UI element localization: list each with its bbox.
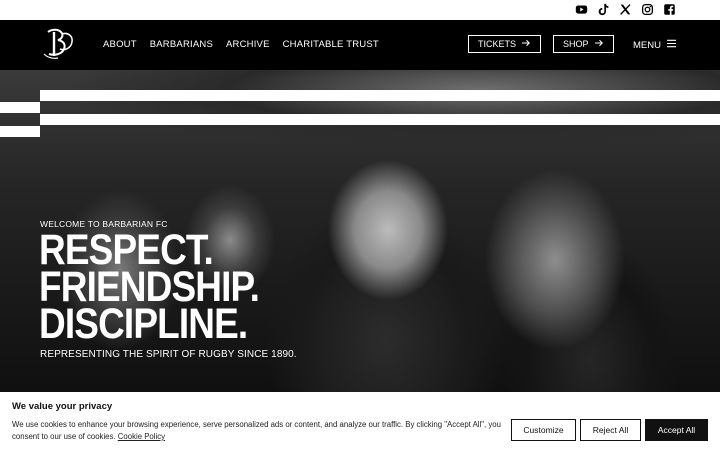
primary-menu: ABOUT BARBARIANS ARCHIVE CHARITABLE TRUS…: [103, 39, 379, 50]
nav-about[interactable]: ABOUT: [103, 39, 137, 50]
accept-all-button[interactable]: Accept All: [645, 419, 708, 441]
hero-banner: WELCOME TO BARBARIAN FC RESPECT. FRIENDS…: [0, 70, 720, 392]
tickets-button[interactable]: TICKETS: [468, 35, 541, 53]
social-links: [575, 3, 676, 16]
cookie-description: We use cookies to enhance your browsing …: [12, 419, 502, 443]
hamburger-icon: [666, 39, 676, 51]
tickets-label: TICKETS: [478, 39, 517, 49]
main-navigation: ABOUT BARBARIANS ARCHIVE CHARITABLE TRUS…: [0, 20, 720, 70]
decorative-stripe: [0, 126, 40, 137]
barbarians-logo[interactable]: [38, 24, 80, 66]
cookie-text: We use cookies to enhance your browsing …: [12, 420, 501, 441]
cookie-banner: We value your privacy We use cookies to …: [0, 392, 720, 450]
menu-button[interactable]: MENU: [633, 39, 676, 51]
headline-line: DISCIPLINE.: [39, 300, 248, 348]
arrow-right-icon: [595, 39, 604, 49]
decorative-stripe: [0, 102, 40, 113]
menu-label: MENU: [633, 39, 661, 51]
decorative-stripe: [40, 114, 720, 125]
customize-button[interactable]: Customize: [511, 419, 576, 441]
instagram-icon[interactable]: [641, 3, 654, 16]
decorative-stripe: [40, 90, 720, 101]
hero-tagline: REPRESENTING THE SPIRIT OF RUGBY SINCE 1…: [40, 349, 297, 360]
youtube-icon[interactable]: [575, 3, 588, 16]
shop-label: SHOP: [563, 39, 589, 49]
cookie-policy-link[interactable]: Cookie Policy: [118, 432, 165, 441]
x-icon[interactable]: [619, 3, 632, 16]
arrow-right-icon: [522, 39, 531, 49]
tiktok-icon[interactable]: [597, 3, 610, 16]
nav-barbarians[interactable]: BARBARIANS: [150, 39, 213, 50]
nav-charitable-trust[interactable]: CHARITABLE TRUST: [283, 39, 379, 50]
social-bar: [0, 0, 720, 20]
cookie-title: We value your privacy: [12, 401, 113, 412]
hero-headline: RESPECT. FRIENDSHIP. DISCIPLINE.: [39, 229, 260, 348]
facebook-icon[interactable]: [663, 3, 676, 16]
shop-button[interactable]: SHOP: [553, 35, 614, 53]
nav-archive[interactable]: ARCHIVE: [226, 39, 270, 50]
reject-all-button[interactable]: Reject All: [580, 419, 641, 441]
